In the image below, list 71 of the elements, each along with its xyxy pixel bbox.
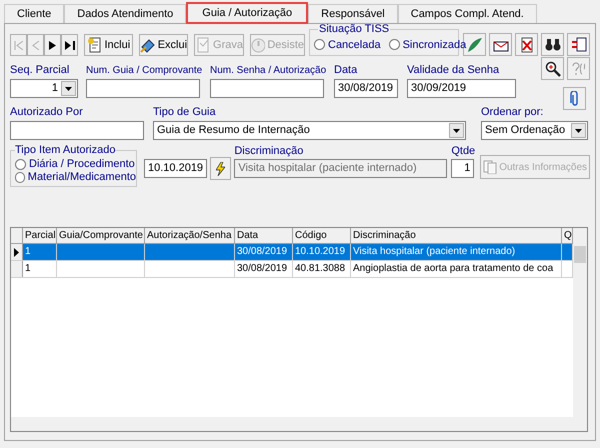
tab[interactable]: Cliente [4, 4, 64, 23]
tab[interactable]: Responsável [308, 4, 398, 23]
zoom-in-icon[interactable] [541, 57, 564, 80]
row-pointer-icon [14, 248, 19, 256]
group-title: Situação TISS [318, 24, 390, 36]
tab[interactable]: Guia / Autorização [186, 2, 308, 24]
input-field[interactable] [10, 121, 144, 140]
table-cell: 30/08/2019 [235, 261, 293, 277]
column-header[interactable]: Código [293, 228, 351, 243]
field-label: Validade da Senha [407, 64, 500, 77]
quantity-field[interactable]: 1 [451, 159, 474, 178]
table-cell: 40.81.3088 [293, 261, 351, 277]
table-cell: Angioplastia de aorta para tratamento de coa [351, 261, 562, 277]
navigation-button[interactable] [61, 34, 78, 56]
field-label: Ordenar por: [481, 106, 544, 119]
field-label: Tipo de Guia [153, 106, 216, 119]
first-record-icon [14, 40, 23, 50]
horizontal-scrollbar[interactable] [11, 417, 587, 431]
table-cell: 10.10.2019 [293, 244, 351, 260]
seq-parcial-select[interactable]: 1 [10, 79, 78, 98]
table-cell: 30/08/2019 [235, 244, 293, 260]
table-cell: 1 [23, 244, 57, 260]
lightning-button[interactable] [210, 157, 232, 180]
radio-button[interactable]: Diária / Procedimento [15, 158, 136, 171]
column-header[interactable]: Autorização/Senha [145, 228, 235, 243]
tab[interactable]: Dados Atendimento [64, 4, 186, 23]
binoculars-icon[interactable] [541, 33, 564, 56]
table-cell: Visita hospitalar (paciente internado) [351, 244, 562, 260]
column-header[interactable]: Discriminação [351, 228, 562, 243]
delete-document-icon[interactable] [515, 33, 538, 56]
tipo-guia-select[interactable]: Guia de Resumo de Internação [153, 121, 466, 140]
power-icon [251, 38, 266, 52]
navigation-button[interactable] [44, 34, 61, 56]
field-label: Discriminação [234, 145, 304, 158]
last-record-icon [64, 40, 74, 50]
input-field[interactable] [210, 79, 324, 98]
group-title: Tipo Item Autorizado [15, 144, 116, 157]
date-field[interactable]: 30/09/2019 [407, 79, 516, 98]
field-label: Num. Guia / Comprovante [86, 64, 202, 77]
column-header[interactable]: Parcial [23, 228, 57, 243]
eraser-icon [140, 37, 156, 53]
radio-button[interactable]: Cancelada [314, 36, 381, 53]
tab[interactable]: Campos Compl. Atend. [398, 4, 537, 23]
envelope-icon[interactable] [489, 33, 512, 56]
table-row[interactable]: 1 30/08/2019 40.81.3088 Angioplastia de aorta para tratamento de coa [11, 261, 573, 278]
input-field[interactable] [86, 79, 200, 98]
transfer-icon[interactable] [567, 33, 590, 56]
field-label: Autorizado Por [10, 106, 83, 119]
play-icon [49, 40, 56, 50]
radio-button[interactable]: Sincronizada [388, 36, 466, 53]
code-field[interactable]: 10.10.2019 [144, 159, 207, 178]
lightning-icon [216, 162, 226, 176]
previous-icon [32, 40, 40, 50]
radio-button[interactable]: Material/Medicamento [15, 171, 136, 184]
field-label: Qtde [451, 145, 476, 158]
table-row[interactable]: 1 30/08/2019 10.10.2019 Visita hospitalar (paciente internado) [11, 244, 573, 261]
table-cell: 1 [23, 261, 57, 277]
ordenar-por-select[interactable]: Sem Ordenação [481, 121, 588, 140]
toolbar-button[interactable]: Inclui [84, 34, 133, 56]
column-header[interactable]: Guia/Comprovante [57, 228, 145, 243]
field-label: Data [334, 64, 358, 77]
paperclip-icon[interactable] [563, 87, 586, 110]
column-header[interactable]: Data [235, 228, 293, 243]
documents-icon [483, 160, 498, 174]
field-label: Num. Senha / Autorização [210, 64, 326, 77]
date-field[interactable]: 30/08/2019 [334, 79, 398, 98]
document-icon [195, 37, 212, 53]
toolbar-button[interactable]: Exclui [138, 34, 188, 56]
vertical-scrollbar[interactable] [573, 228, 587, 417]
document-icon [86, 37, 102, 53]
field-label: Seq. Parcial [10, 64, 70, 77]
